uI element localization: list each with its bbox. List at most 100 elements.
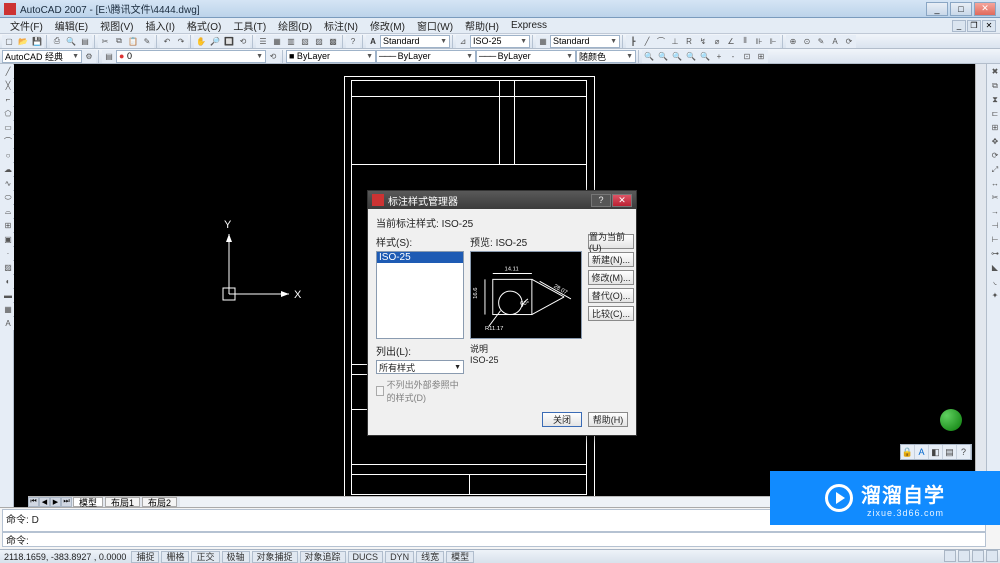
lwt-toggle[interactable]: 线宽 [416, 551, 444, 563]
new-style-button[interactable]: 新建(N)... [588, 252, 634, 267]
dim-style-combo[interactable]: ISO-25▼ [470, 35, 530, 48]
revcloud-icon[interactable]: ☁ [1, 163, 15, 176]
command-input[interactable]: 命令: [2, 532, 986, 547]
menu-file[interactable]: 文件(F) [4, 18, 49, 33]
table-style-combo[interactable]: Standard▼ [550, 35, 620, 48]
dim-rad-icon[interactable]: R [682, 35, 696, 48]
rect-icon[interactable]: ▭ [1, 121, 15, 134]
redo-icon[interactable]: ↷ [174, 35, 188, 48]
tray-icon[interactable] [972, 550, 984, 562]
tray-icon[interactable] [986, 550, 998, 562]
layer-prop-icon[interactable]: ▤ [102, 50, 116, 63]
rp-a-icon[interactable]: A [915, 445, 929, 459]
pan-icon[interactable]: ✋ [194, 35, 208, 48]
v-scrollbar[interactable] [975, 64, 986, 496]
ssm-icon[interactable]: ▧ [298, 35, 312, 48]
new-icon[interactable]: ▢ [2, 35, 16, 48]
help-dialog-button[interactable]: 帮助(H) [588, 412, 628, 427]
text-style-combo[interactable]: Standard▼ [380, 35, 450, 48]
otrack-toggle[interactable]: 对象追踪 [300, 551, 346, 563]
scale-icon[interactable]: ⤢ [988, 163, 1000, 176]
zoom-prev-icon[interactable]: ⟲ [236, 35, 250, 48]
move-icon[interactable]: ✥ [988, 135, 1000, 148]
menu-dim[interactable]: 标注(N) [318, 18, 364, 33]
list-item[interactable]: ISO-25 [377, 252, 463, 263]
zoom-all-icon[interactable]: ⊡ [740, 50, 754, 63]
markup-icon[interactable]: ▨ [312, 35, 326, 48]
match-icon[interactable]: ✎ [140, 35, 154, 48]
plot-preview-icon[interactable]: 🔍 [64, 35, 78, 48]
dialog-close-button[interactable]: ✕ [612, 194, 632, 207]
menu-edit[interactable]: 编辑(E) [49, 18, 94, 33]
undo-icon[interactable]: ↶ [160, 35, 174, 48]
open-icon[interactable]: 📂 [16, 35, 30, 48]
coordinates[interactable]: 2118.1659, -383.8927 , 0.0000 [0, 552, 130, 562]
hatch-icon[interactable]: ▨ [1, 261, 15, 274]
point-icon[interactable]: · [1, 247, 15, 260]
zoom-cen-icon[interactable]: 🔍 [684, 50, 698, 63]
dim-arc-icon[interactable]: ⌒ [654, 35, 668, 48]
menu-view[interactable]: 视图(V) [94, 18, 139, 33]
ellipse-icon[interactable]: ⬭ [1, 191, 15, 204]
polygon-icon[interactable]: ⬠ [1, 107, 15, 120]
color-combo[interactable]: ■ ByLayer▼ [286, 50, 376, 63]
layer-combo[interactable]: ● 0▼ [116, 50, 266, 63]
doc-restore-button[interactable]: ❐ [967, 20, 981, 32]
dim-dia-icon[interactable]: ⌀ [710, 35, 724, 48]
menu-draw[interactable]: 绘图(D) [272, 18, 318, 33]
menu-help[interactable]: 帮助(H) [459, 18, 505, 33]
override-button[interactable]: 替代(O)... [588, 288, 634, 303]
lineweight-combo[interactable]: ─── ByLayer▼ [476, 50, 576, 63]
properties-icon[interactable]: ☰ [256, 35, 270, 48]
copy-icon[interactable]: ⧉ [112, 35, 126, 48]
dim-cen-icon[interactable]: ⊙ [800, 35, 814, 48]
arc-icon[interactable]: ⌒ [1, 135, 15, 148]
tab-last-button[interactable]: ⏭ [61, 497, 72, 507]
styles-listbox[interactable]: ISO-25 [376, 251, 464, 339]
dim-edit-icon[interactable]: ✎ [814, 35, 828, 48]
insert-icon[interactable]: ⊞ [1, 219, 15, 232]
trim-icon[interactable]: ✂ [988, 191, 1000, 204]
close-button[interactable]: ✕ [974, 2, 996, 16]
dc-icon[interactable]: ▦ [270, 35, 284, 48]
array-icon[interactable]: ⊞ [988, 121, 1000, 134]
paste-icon[interactable]: 📋 [126, 35, 140, 48]
polar-toggle[interactable]: 极轴 [222, 551, 250, 563]
linetype-combo[interactable]: ─── ByLayer▼ [376, 50, 476, 63]
zoom-obj-icon[interactable]: 🔍 [698, 50, 712, 63]
zoom-win-icon[interactable]: 🔲 [222, 35, 236, 48]
rotate-icon[interactable]: ⟳ [988, 149, 1000, 162]
line-icon[interactable]: ╱ [1, 65, 15, 78]
minimize-button[interactable]: _ [926, 2, 948, 16]
tablestyle-icon[interactable]: ▦ [536, 35, 550, 48]
table-icon[interactable]: ▦ [1, 303, 15, 316]
dim-jog-icon[interactable]: ↯ [696, 35, 710, 48]
plotstyle-combo[interactable]: 随颜色▼ [576, 50, 636, 63]
qcalc-icon[interactable]: ▩ [326, 35, 340, 48]
workspace-settings-icon[interactable]: ⚙ [82, 50, 96, 63]
textstyle-icon[interactable]: A [366, 35, 380, 48]
menu-modify[interactable]: 修改(M) [364, 18, 411, 33]
publish-icon[interactable]: ▤ [78, 35, 92, 48]
tray-icon[interactable] [944, 550, 956, 562]
pline-icon[interactable]: ⌐ [1, 93, 15, 106]
rp-pal-icon[interactable]: ▤ [943, 445, 957, 459]
layout1-tab[interactable]: 布局1 [105, 497, 140, 507]
xline-icon[interactable]: ╳ [1, 79, 15, 92]
dim-base-icon[interactable]: ⊪ [752, 35, 766, 48]
circle-icon[interactable]: ○ [1, 149, 15, 162]
chamfer-icon[interactable]: ◣ [988, 261, 1000, 274]
menu-window[interactable]: 窗口(W) [411, 18, 459, 33]
set-current-button[interactable]: 置为当前(U) [588, 234, 634, 249]
extend-icon[interactable]: → [988, 205, 1000, 218]
zoom-win2-icon[interactable]: 🔍 [642, 50, 656, 63]
menu-format[interactable]: 格式(O) [181, 18, 227, 33]
model-tab[interactable]: 模型 [73, 497, 103, 507]
print-icon[interactable]: ⎙ [50, 35, 64, 48]
rp-lock-icon[interactable]: 🔒 [901, 445, 915, 459]
dim-quick-icon[interactable]: ⫴ [738, 35, 752, 48]
save-icon[interactable]: 💾 [30, 35, 44, 48]
mirror-icon[interactable]: ⧗ [988, 93, 1000, 106]
snap-toggle[interactable]: 捕捉 [131, 551, 159, 563]
region-icon[interactable]: ▬ [1, 289, 15, 302]
